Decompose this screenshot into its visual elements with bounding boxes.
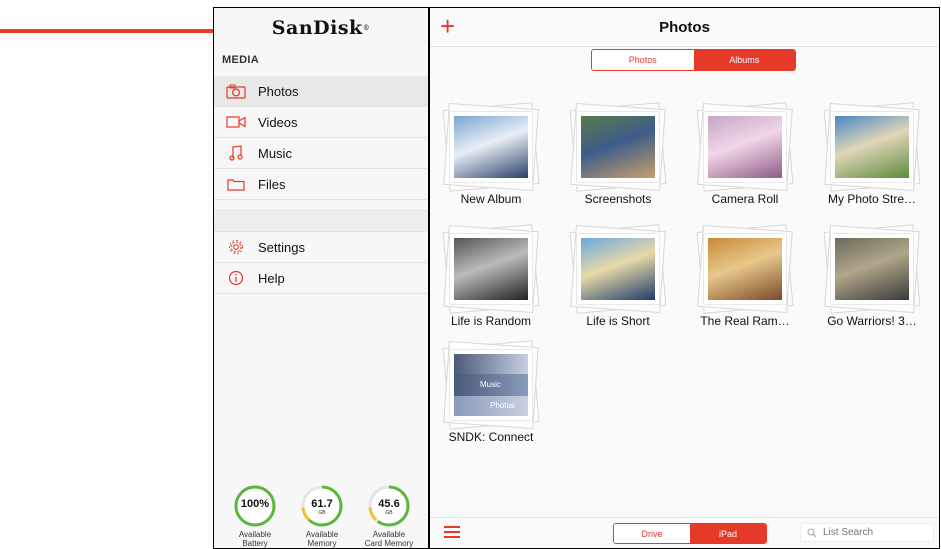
- sidebar-item-label: Videos: [258, 114, 298, 130]
- sidebar-item-music[interactable]: Music: [214, 138, 428, 169]
- album-line: Photos: [454, 395, 528, 416]
- gauge-unit: GB: [385, 510, 393, 516]
- gauge-caption: Available Card Memory: [364, 530, 414, 548]
- tab-photos[interactable]: Photos: [592, 50, 694, 70]
- top-bar: + Photos: [430, 8, 939, 47]
- camera-icon: [226, 83, 246, 99]
- battery-gauge: 100% Available Battery: [222, 484, 288, 548]
- sidebar-item-files[interactable]: Files: [214, 169, 428, 200]
- album-tile[interactable]: The Real Ram…: [686, 222, 804, 342]
- sidebar-item-label: Music: [258, 145, 292, 161]
- search-icon: [807, 527, 817, 537]
- album-tile[interactable]: Life is Short: [559, 222, 677, 342]
- album-label: My Photo Stre…: [827, 192, 917, 206]
- album-thumbnail: Music Photos: [442, 338, 540, 430]
- drive-ipad-toggle: Drive iPad: [613, 523, 767, 544]
- sidebar-item-settings[interactable]: Settings: [214, 232, 428, 263]
- menu-divider-band: [214, 210, 428, 231]
- memory-gauge: 61.7 GB Available Memory: [289, 484, 355, 548]
- album-tile[interactable]: Life is Random: [432, 222, 550, 342]
- main-pane: + Photos Photos Albums New Album Screensh…: [430, 8, 939, 548]
- album-label: The Real Ram…: [700, 314, 790, 328]
- tab-ipad[interactable]: iPad: [690, 524, 766, 543]
- album-thumbnail: [442, 100, 540, 192]
- photos-albums-toggle: Photos Albums: [591, 49, 796, 71]
- album-thumbnail: [696, 100, 794, 192]
- folder-icon: [226, 176, 246, 192]
- album-thumbnail: [569, 100, 667, 192]
- album-line: Music: [454, 374, 528, 396]
- gauge-caption: Available Memory: [305, 530, 339, 548]
- list-search-box[interactable]: [800, 523, 934, 542]
- sidebar-item-label: Photos: [258, 83, 299, 99]
- album-tile[interactable]: Camera Roll: [686, 100, 804, 220]
- album-tile[interactable]: My Photo Stre…: [813, 100, 931, 220]
- sidebar: SanDisk ® MEDIA Photos Videos Music File…: [214, 8, 430, 548]
- album-label: Life is Random: [450, 314, 532, 328]
- album-thumbnail: [823, 222, 921, 314]
- gauge-value: 45.6: [378, 498, 400, 510]
- sandisk-logo: SanDisk ®: [271, 17, 371, 39]
- album-label: Screenshots: [584, 192, 652, 206]
- hamburger-icon[interactable]: [444, 526, 460, 539]
- album-thumbnail: [442, 222, 540, 314]
- album-tile[interactable]: Screenshots: [559, 100, 677, 220]
- album-thumbnail: [696, 222, 794, 314]
- album-tile[interactable]: Music Photos SNDK: Connect: [432, 338, 550, 458]
- app-frame: SanDisk ® MEDIA Photos Videos Music File…: [213, 7, 940, 549]
- sidebar-item-label: Files: [258, 176, 286, 192]
- card-memory-gauge: 45.6 GB Available Card Memory: [356, 484, 422, 548]
- sidebar-item-help[interactable]: Help: [214, 263, 428, 294]
- album-label: SNDK: Connect: [448, 430, 534, 444]
- album-label: Camera Roll: [711, 192, 779, 206]
- bottom-bar: Drive iPad: [430, 517, 939, 548]
- status-gauges: 100% Available Battery 61.7 GB Available M…: [214, 466, 428, 548]
- gauge-value: 100%: [240, 498, 270, 510]
- album-thumbnail: [823, 100, 921, 192]
- search-input[interactable]: [821, 526, 925, 539]
- album-label: New Album: [460, 192, 522, 206]
- gear-icon: [226, 239, 246, 255]
- album-thumbnail: [569, 222, 667, 314]
- gauge-value: 61.7: [311, 498, 333, 510]
- info-icon: [226, 270, 246, 286]
- gauge-unit: GB: [318, 510, 326, 516]
- album-tile[interactable]: Go Warriors! 3…: [813, 222, 931, 342]
- settings-menu: Settings Help: [214, 231, 428, 294]
- sidebar-item-videos[interactable]: Videos: [214, 107, 428, 138]
- section-heading-media: MEDIA: [222, 54, 259, 66]
- sidebar-item-label: Settings: [258, 239, 305, 255]
- sidebar-item-label: Help: [258, 270, 285, 286]
- tab-drive[interactable]: Drive: [614, 524, 690, 543]
- tab-albums[interactable]: Albums: [693, 50, 795, 70]
- sidebar-item-photos[interactable]: Photos: [214, 76, 428, 107]
- video-icon: [226, 114, 246, 130]
- album-tile[interactable]: New Album: [432, 100, 550, 220]
- page-title: Photos: [659, 18, 710, 36]
- music-icon: [226, 145, 246, 161]
- plus-icon[interactable]: +: [440, 12, 455, 40]
- album-label: Go Warriors! 3…: [827, 314, 917, 328]
- album-label: Life is Short: [586, 314, 650, 328]
- media-menu: Photos Videos Music Files: [214, 76, 428, 200]
- gauge-caption: Available Battery: [238, 530, 272, 548]
